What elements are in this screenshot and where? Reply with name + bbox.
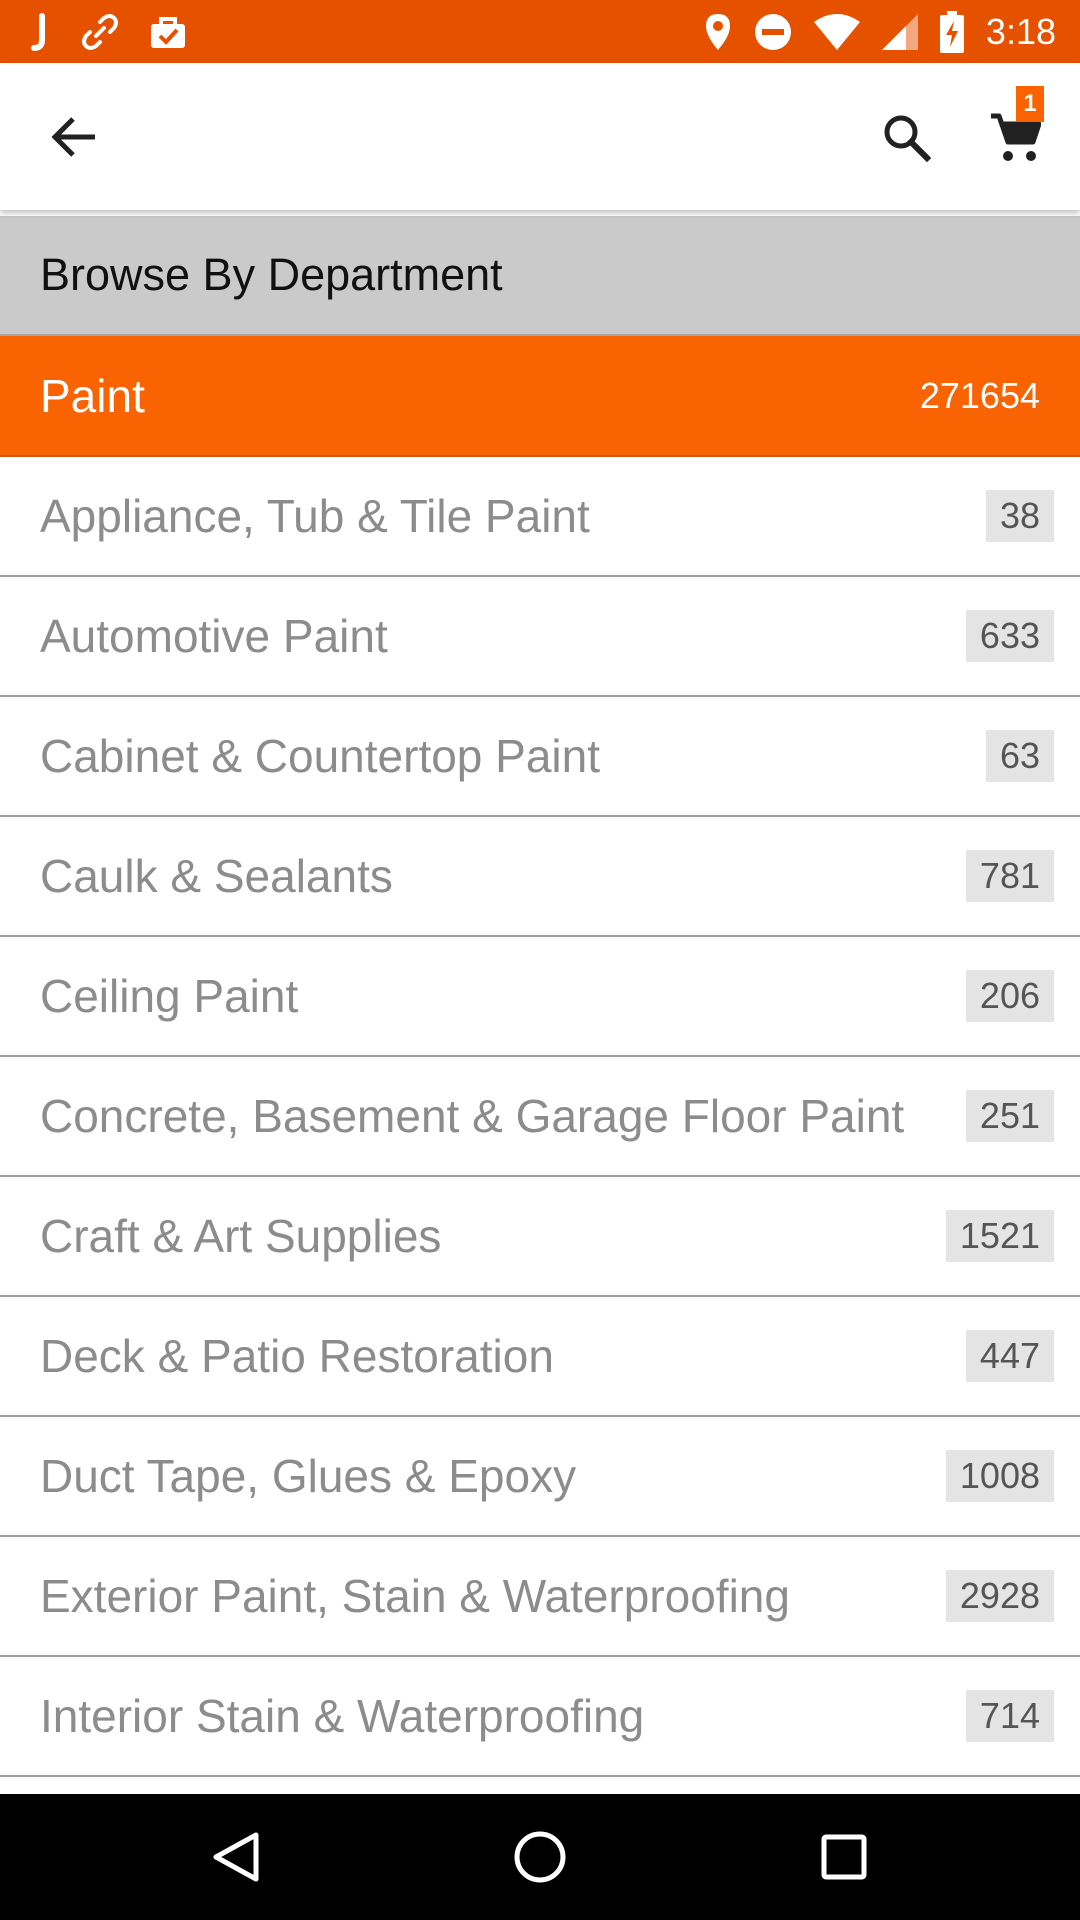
subcategory-count: 714 [965,1690,1054,1742]
status-bar: 3:18 [0,0,1080,63]
browse-department-header: Browse By Department [0,216,1080,336]
subcategory-row[interactable]: Concrete, Basement & Garage Floor Paint … [0,1057,1080,1177]
search-icon [884,115,931,162]
subcategory-name: Automotive Paint [40,610,388,662]
subcategory-row[interactable]: Caulk & Sealants 781 [0,817,1080,937]
subcategory-name: Concrete, Basement & Garage Floor Paint [40,1090,905,1142]
signal-icon [881,13,918,50]
j-app-icon [31,12,45,51]
browse-title: Browse By Department [40,249,503,300]
briefcase-check-icon [151,16,185,48]
subcategory-row[interactable]: Automotive Paint 633 [0,577,1080,697]
subcategory-count: 2928 [945,1570,1054,1622]
subcategory-count: 63 [985,730,1054,782]
subcategory-name: Interior Stain & Waterproofing [40,1690,645,1742]
subcategory-name: Caulk & Sealants [40,850,393,902]
subcategory-count: 781 [965,850,1054,902]
subcategory-name: Craft & Art Supplies [40,1210,442,1262]
subcategory-list: Appliance, Tub & Tile Paint 38 Automotiv… [0,457,1080,1777]
subcategory-name: Exterior Paint, Stain & Waterproofing [40,1570,790,1622]
subcategory-count: 447 [965,1330,1054,1382]
subcategory-count: 206 [965,970,1054,1022]
cart-count-badge: 1 [1016,86,1044,122]
battery-charging-icon [939,10,964,53]
nav-recents-button[interactable] [804,1817,884,1897]
subcategory-name: Deck & Patio Restoration [40,1330,554,1382]
status-system-icons: 3:18 [704,0,1056,63]
app-bar [0,63,1080,210]
system-nav-bar [0,1794,1080,1920]
arrow-back-icon [51,117,95,157]
subcategory-row[interactable]: Craft & Art Supplies 1521 [0,1177,1080,1297]
link-icon [82,13,118,50]
search-button[interactable] [874,105,938,169]
status-notifications [30,0,188,63]
selected-category-name: Paint [40,369,145,422]
subcategory-row[interactable]: Appliance, Tub & Tile Paint 38 [0,457,1080,577]
subcategory-row[interactable]: Interior Stain & Waterproofing 714 [0,1657,1080,1777]
wifi-icon [813,13,860,50]
subcategory-row[interactable]: Ceiling Paint 206 [0,937,1080,1057]
home-circle-icon [514,1831,566,1883]
recents-square-icon [821,1834,867,1880]
subcategory-row[interactable]: Cabinet & Countertop Paint 63 [0,697,1080,817]
nav-home-button[interactable] [500,1817,580,1897]
subcategory-name: Appliance, Tub & Tile Paint [40,490,590,542]
selected-category-row[interactable]: Paint 271654 [0,336,1080,457]
subcategory-name: Duct Tape, Glues & Epoxy [40,1450,577,1502]
subcategory-count: 251 [965,1090,1054,1142]
subcategory-name: Cabinet & Countertop Paint [40,730,601,782]
location-icon [705,13,730,50]
subcategory-row[interactable]: Exterior Paint, Stain & Waterproofing 29… [0,1537,1080,1657]
subcategory-name: Ceiling Paint [40,970,299,1022]
subcategory-count: 38 [985,490,1054,542]
back-button[interactable] [42,105,106,169]
back-triangle-icon [213,1832,259,1882]
selected-category-count: 271654 [919,374,1040,416]
subcategory-count: 633 [965,610,1054,662]
subcategory-count: 1008 [945,1450,1054,1502]
subcategory-row[interactable]: Duct Tape, Glues & Epoxy 1008 [0,1417,1080,1537]
do-not-disturb-icon [754,13,791,50]
subcategory-row[interactable]: Deck & Patio Restoration 447 [0,1297,1080,1417]
subcategory-count: 1521 [945,1210,1054,1262]
status-time: 3:18 [985,11,1056,52]
nav-back-button[interactable] [196,1817,276,1897]
